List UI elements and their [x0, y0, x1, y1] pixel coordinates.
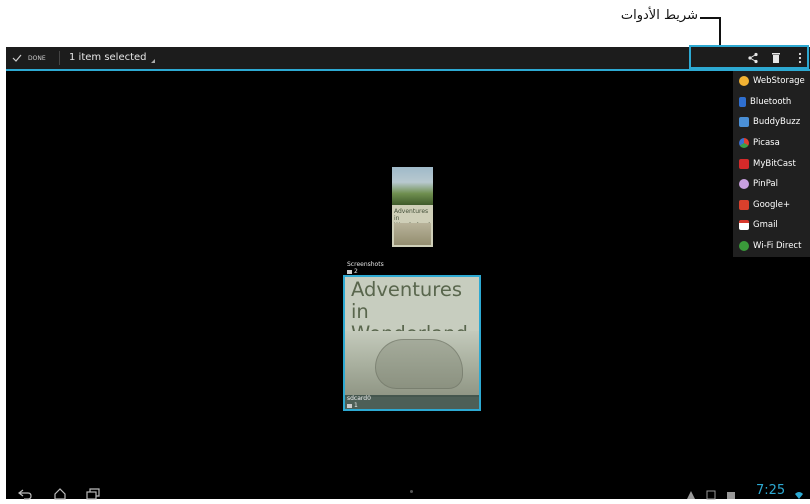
- share-button[interactable]: [746, 51, 760, 65]
- callout-pointer: [719, 17, 721, 47]
- more-vert-icon: [798, 52, 802, 64]
- menu-item-label: Wi-Fi Direct: [753, 241, 802, 252]
- folder-icon: [347, 403, 352, 408]
- menu-item-wifi-direct[interactable]: Wi-Fi Direct: [733, 236, 810, 257]
- album-label-sdcard0: sdcard0 1: [347, 395, 371, 409]
- selection-dropdown[interactable]: 1 item selected: [69, 51, 155, 63]
- home-button[interactable]: [53, 485, 67, 500]
- menu-item-webstorage[interactable]: WebStorage: [733, 71, 810, 92]
- back-button[interactable]: [18, 485, 32, 500]
- menu-item-label: Picasa: [753, 138, 780, 149]
- cat-illustration: [375, 339, 463, 389]
- checkmark-icon: [12, 54, 22, 62]
- album-screenshots[interactable]: Adventures in Wonderland: [392, 167, 433, 247]
- wifi-direct-icon: [739, 241, 749, 252]
- action-bar-divider: [59, 51, 60, 65]
- menu-item-label: PinPal: [753, 179, 779, 190]
- webstorage-icon: [739, 76, 749, 87]
- clock: 7:25: [756, 483, 786, 498]
- back-icon: [18, 489, 32, 500]
- delete-button[interactable]: [769, 51, 783, 65]
- home-icon: [54, 488, 66, 500]
- menu-item-label: BuddyBuzz: [753, 117, 801, 128]
- picasa-icon: [739, 138, 749, 149]
- page-indicator: [410, 490, 413, 493]
- thumbnail-image: [394, 223, 431, 245]
- menu-item-buddybuzz[interactable]: BuddyBuzz: [733, 112, 810, 133]
- wifi-icon: [794, 485, 808, 499]
- cover-title-line1: Adventures: [351, 278, 463, 301]
- menu-item-label: MyBitCast: [753, 158, 796, 169]
- dropdown-corner-icon: [150, 59, 155, 63]
- folder-icon: [347, 269, 352, 274]
- gallery-screen: DONE 1 item selected WebStorage Bluetoot…: [6, 45, 810, 500]
- callout-area: شريط الأدوات: [0, 0, 810, 50]
- share-menu: WebStorage Bluetooth BuddyBuzz Picasa My…: [733, 71, 810, 257]
- callout-line: [700, 17, 720, 19]
- buddybuzz-icon: [739, 117, 749, 128]
- warning-icon: [686, 485, 700, 499]
- menu-item-label: Google+: [753, 199, 791, 210]
- trash-icon: [772, 53, 780, 63]
- done-button[interactable]: DONE: [12, 50, 46, 66]
- album-name: sdcard0: [347, 395, 371, 402]
- mybitcast-icon: [739, 158, 749, 169]
- menu-item-label: Bluetooth: [750, 96, 792, 107]
- callout-label: شريط الأدوات: [620, 8, 698, 23]
- done-label: DONE: [28, 54, 46, 62]
- action-bar: DONE 1 item selected: [6, 45, 810, 71]
- menu-item-mybitcast[interactable]: MyBitCast: [733, 153, 810, 174]
- menu-item-gmail[interactable]: Gmail: [733, 215, 810, 236]
- album-name: Screenshots: [347, 261, 384, 268]
- recent-apps-icon: [86, 488, 100, 500]
- menu-item-label: Gmail: [753, 220, 778, 231]
- googleplus-icon: [739, 199, 749, 210]
- system-bar: 7:25: [6, 483, 810, 500]
- menu-item-googleplus[interactable]: Google+: [733, 195, 810, 216]
- menu-item-bluetooth[interactable]: Bluetooth: [733, 92, 810, 113]
- album-sdcard0[interactable]: Adventures in Wonderland sdcard0 1: [343, 275, 481, 411]
- album-count: 2: [354, 268, 358, 275]
- overflow-menu-button[interactable]: [793, 51, 807, 65]
- selection-count-text: 1 item selected: [69, 51, 147, 63]
- album-thumbnail: Adventures in Wonderland: [392, 205, 433, 247]
- album-count: 1: [354, 402, 358, 409]
- album-thumbnail: [392, 167, 433, 205]
- notification-icon: [706, 485, 720, 500]
- share-icon: [748, 52, 758, 64]
- recent-apps-button[interactable]: [86, 485, 100, 500]
- bluetooth-icon: [739, 96, 746, 107]
- gmail-icon: [739, 220, 749, 231]
- album-label-screenshots: Screenshots 2: [347, 261, 384, 275]
- menu-item-picasa[interactable]: Picasa: [733, 133, 810, 154]
- menu-item-pinpal[interactable]: PinPal: [733, 174, 810, 195]
- screenshot-icon: [726, 485, 740, 499]
- pinpal-icon: [739, 179, 749, 190]
- menu-item-label: WebStorage: [753, 76, 805, 87]
